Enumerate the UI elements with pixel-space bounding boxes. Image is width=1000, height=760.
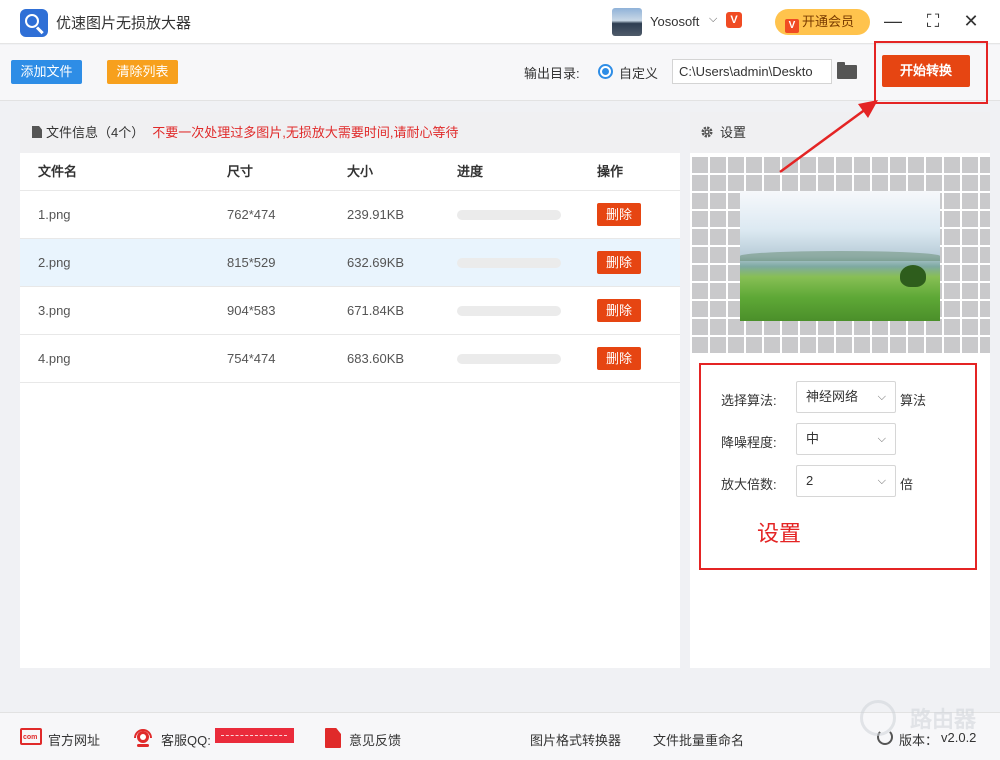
chevron-down-icon: ⌵ xyxy=(877,475,886,487)
chevron-down-icon: ⌵ xyxy=(877,391,886,403)
col-action: 操作 xyxy=(597,164,624,179)
website-link[interactable]: 官方网址 xyxy=(48,730,100,749)
settings-title: 设置 xyxy=(720,125,747,140)
table-row[interactable]: 4.png 754*474 683.60KB 删除 xyxy=(20,335,680,383)
preview-area xyxy=(690,155,990,355)
output-dir-label: 输出目录: xyxy=(524,66,580,81)
file-dimensions: 762*474 xyxy=(227,207,276,222)
folder-icon[interactable] xyxy=(837,62,857,79)
file-name: 1.png xyxy=(38,207,71,222)
delete-button[interactable]: 删除 xyxy=(597,299,641,322)
file-size: 671.84KB xyxy=(347,303,405,318)
delete-button[interactable]: 删除 xyxy=(597,203,641,226)
vip-badge-icon: V xyxy=(726,12,742,28)
custom-radio[interactable] xyxy=(598,64,613,79)
file-dimensions: 815*529 xyxy=(227,255,276,270)
format-converter-link[interactable]: 图片格式转换器 xyxy=(530,730,621,749)
file-size: 239.91KB xyxy=(347,207,405,222)
progress-bar xyxy=(457,210,561,220)
algorithm-suffix: 算法 xyxy=(900,393,927,408)
delete-button[interactable]: 删除 xyxy=(597,251,641,274)
col-filename: 文件名 xyxy=(38,164,78,179)
scale-suffix: 倍 xyxy=(900,477,914,492)
gear-icon xyxy=(701,126,713,138)
file-size: 632.69KB xyxy=(347,255,405,270)
annotation-arrow-icon xyxy=(779,100,878,174)
col-progress: 进度 xyxy=(457,164,484,179)
denoise-value: 中 xyxy=(806,431,820,446)
col-dimensions: 尺寸 xyxy=(227,164,254,179)
delete-button[interactable]: 删除 xyxy=(597,347,641,370)
table-header: 文件名 尺寸 大小 进度 操作 xyxy=(20,153,680,191)
file-panel-title: 文件信息（4个） xyxy=(46,125,145,140)
title-bar: 优速图片无损放大器 Yososoft ⌵ V V 开通会员 — ⛶ ✕ xyxy=(0,0,1000,44)
preview-image xyxy=(740,191,940,321)
table-row[interactable]: 3.png 904*583 671.84KB 删除 xyxy=(20,287,680,335)
footer: com 官方网址 客服QQ: 意见反馈 图片格式转换器 文件批量重命名 版本： … xyxy=(0,712,1000,760)
open-vip-label: 开通会员 xyxy=(802,14,855,29)
app-title: 优速图片无损放大器 xyxy=(56,15,192,32)
custom-radio-label[interactable]: 自定义 xyxy=(619,63,658,82)
batch-rename-link[interactable]: 文件批量重命名 xyxy=(653,730,744,749)
progress-bar xyxy=(457,354,561,364)
website-icon[interactable]: com xyxy=(20,728,42,745)
algorithm-select[interactable]: 神经网络 ⌵ xyxy=(796,381,896,413)
file-panel-warning: 不要一次处理过多图片,无损放大需要时间,请耐心等待 xyxy=(152,125,459,140)
settings-annotation: 设置 xyxy=(757,521,802,546)
algorithm-value: 神经网络 xyxy=(806,389,859,404)
chevron-down-icon: ⌵ xyxy=(877,433,886,445)
scale-value: 2 xyxy=(806,473,814,488)
customer-service-icon[interactable] xyxy=(132,728,154,748)
table-row[interactable]: 1.png 762*474 239.91KB 删除 xyxy=(20,191,680,239)
vip-icon: V xyxy=(785,19,799,33)
file-dimensions: 754*474 xyxy=(227,351,276,366)
watermark-text: 路由器 xyxy=(910,707,977,732)
user-name[interactable]: Yososoft xyxy=(650,14,699,29)
close-button[interactable]: ✕ xyxy=(958,8,984,34)
progress-bar xyxy=(457,306,561,316)
scale-select[interactable]: 2 ⌵ xyxy=(796,465,896,497)
col-size: 大小 xyxy=(347,164,374,179)
progress-bar xyxy=(457,258,561,268)
document-icon xyxy=(32,126,42,138)
output-path-input[interactable]: C:\Users\admin\Deskto xyxy=(672,59,832,84)
add-files-button[interactable]: 添加文件 xyxy=(11,60,82,84)
scale-label: 放大倍数: xyxy=(721,477,777,492)
file-name: 3.png xyxy=(38,303,71,318)
denoise-select[interactable]: 中 ⌵ xyxy=(796,423,896,455)
start-button-highlight-box xyxy=(874,41,988,104)
file-name: 4.png xyxy=(38,351,71,366)
minimize-button[interactable]: — xyxy=(880,8,906,34)
feedback-icon[interactable] xyxy=(325,728,341,748)
user-avatar[interactable] xyxy=(612,8,642,36)
settings-highlight-box: 选择算法: 神经网络 ⌵ 算法 降噪程度: 中 ⌵ 放大倍数: 2 ⌵ 倍 设置 xyxy=(699,363,977,570)
maximize-button[interactable]: ⛶ xyxy=(920,8,946,34)
file-list-panel: 文件信息（4个） 不要一次处理过多图片,无损放大需要时间,请耐心等待 文件名 尺寸… xyxy=(20,112,680,668)
chevron-down-icon[interactable]: ⌵ xyxy=(709,13,717,26)
router-logo-icon xyxy=(860,700,896,736)
file-size: 683.60KB xyxy=(347,351,405,366)
algorithm-label: 选择算法: xyxy=(721,393,777,408)
watermark: 路由器 xyxy=(860,696,990,738)
open-vip-button[interactable]: V 开通会员 xyxy=(775,9,870,35)
file-name: 2.png xyxy=(38,255,71,270)
clear-list-button[interactable]: 清除列表 xyxy=(107,60,178,84)
file-dimensions: 904*583 xyxy=(227,303,276,318)
qq-label[interactable]: 客服QQ: xyxy=(161,730,211,749)
denoise-label: 降噪程度: xyxy=(721,435,777,450)
file-panel-header: 文件信息（4个） 不要一次处理过多图片,无损放大需要时间,请耐心等待 xyxy=(20,112,680,153)
table-row[interactable]: 2.png 815*529 632.69KB 删除 xyxy=(20,239,680,287)
settings-panel: 设置 选择算法: 神经网络 ⌵ 算法 降噪程度: 中 ⌵ 放大倍数: 2 ⌵ 倍 设置 xyxy=(690,112,990,668)
app-logo-icon xyxy=(20,9,48,37)
feedback-link[interactable]: 意见反馈 xyxy=(349,730,401,749)
qq-number-redacted xyxy=(215,728,294,743)
